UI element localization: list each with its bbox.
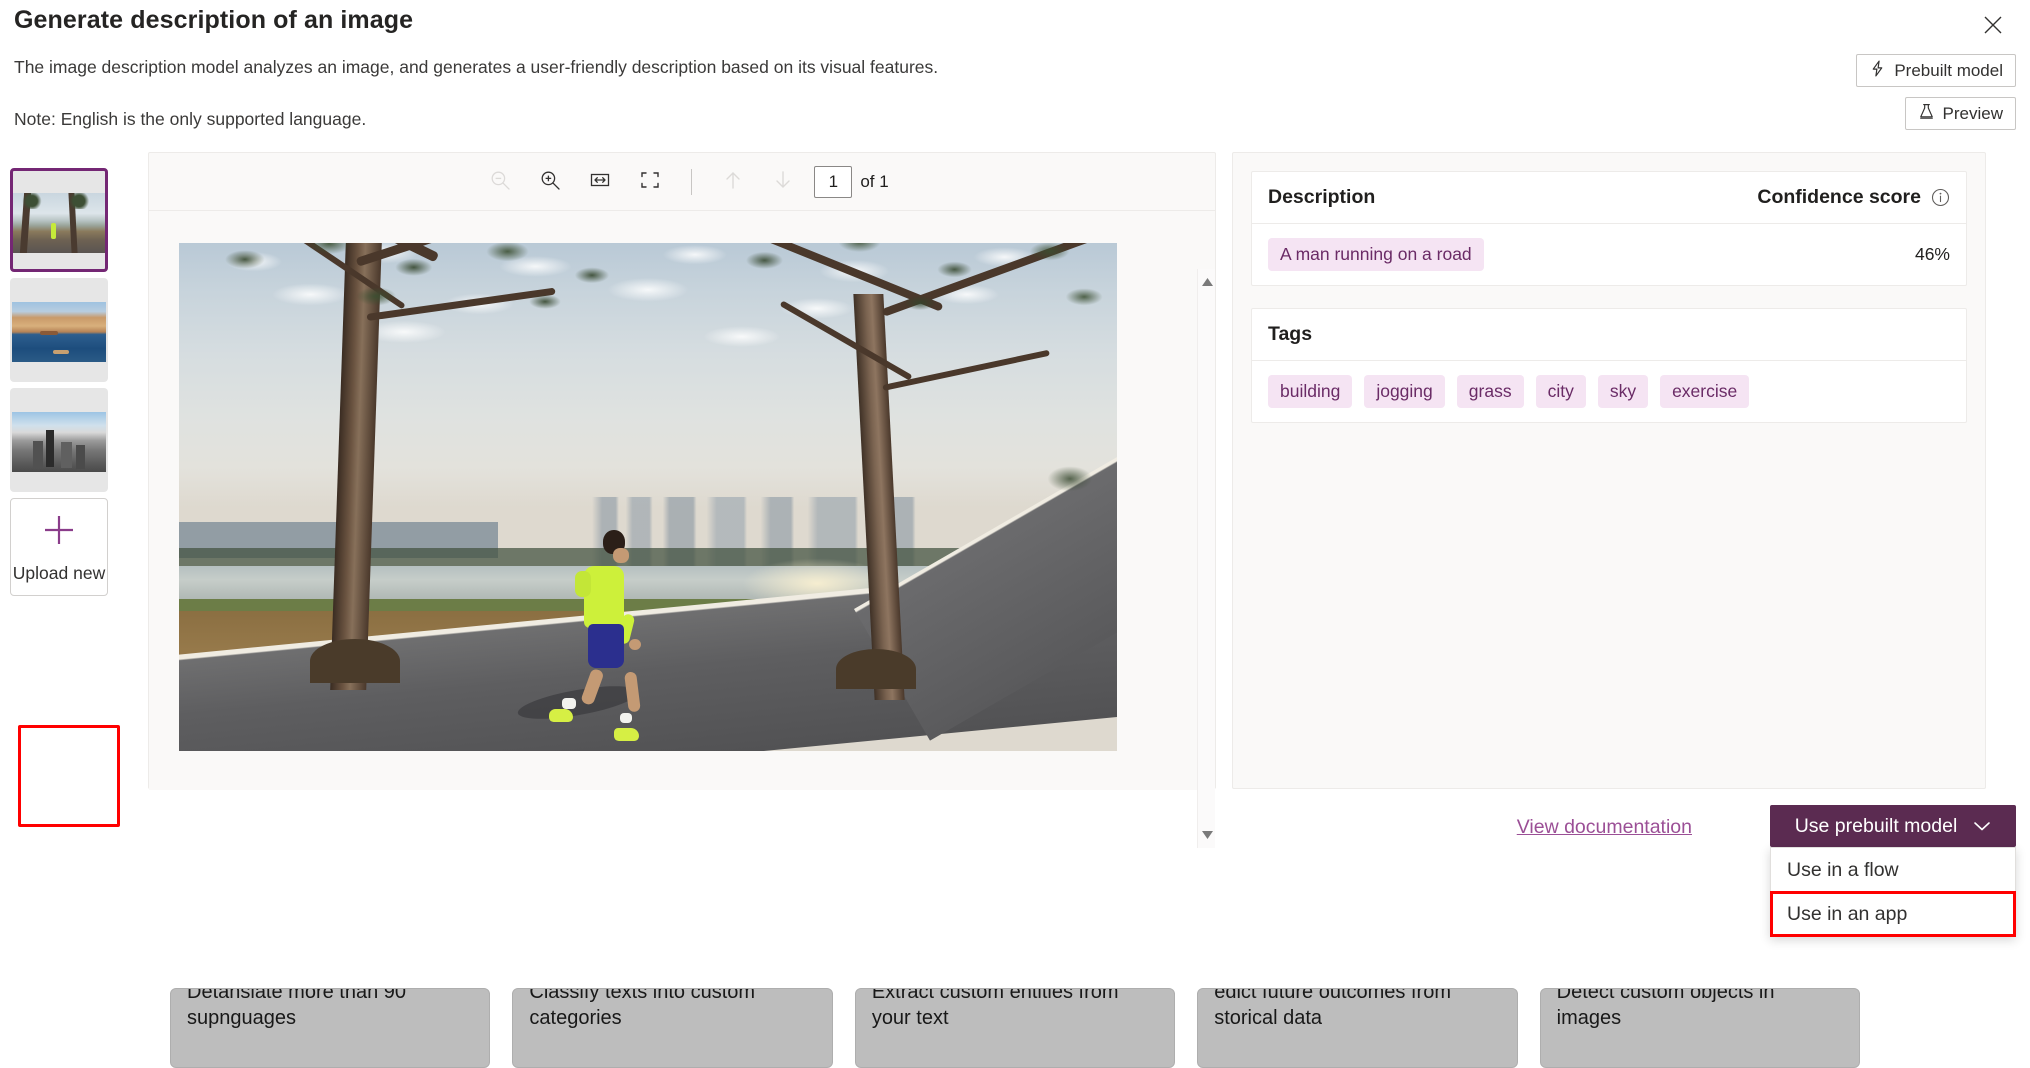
thumbnail-image-skyline (12, 412, 106, 472)
page-total-label: of 1 (860, 172, 888, 192)
menu-item-use-in-a-flow[interactable]: Use in a flow (1771, 848, 2015, 892)
scroll-up-arrow-icon[interactable] (1198, 273, 1216, 291)
generate-description-dialog: Generate description of an image The ima… (0, 0, 2030, 963)
thumbnail-image-jogger (13, 193, 105, 253)
prebuilt-model-badge: Prebuilt model (1856, 54, 2016, 87)
tag-chip: building (1268, 375, 1352, 408)
background-card-text: Classify texts into custom categories (529, 988, 815, 1031)
prebuilt-model-badge-label: Prebuilt model (1894, 61, 2003, 81)
description-confidence-value: 46% (1915, 244, 1950, 265)
background-card-text: Detect custom objects in images (1557, 988, 1843, 1031)
thumbnail-item-3[interactable] (10, 388, 108, 492)
background-card-text: Detanslate more than 90 supnguages (187, 988, 473, 1031)
dialog-title: Generate description of an image (14, 6, 413, 35)
badge-column: Prebuilt model Preview (1756, 54, 2016, 130)
dialog-subtitle: The image description model analyzes an … (14, 57, 938, 78)
use-prebuilt-model-label: Use prebuilt model (1795, 815, 1958, 838)
upload-new-button[interactable]: Upload new (10, 498, 108, 596)
next-page-button[interactable] (758, 162, 808, 202)
menu-item-use-in-an-app[interactable]: Use in an app (1771, 892, 2015, 936)
preview-badge: Preview (1905, 97, 2016, 130)
menu-item-label: Use in a flow (1787, 859, 1899, 882)
chevron-down-icon (1973, 815, 1991, 838)
thumbnail-image-waterfront (12, 302, 106, 362)
thumbnail-item-1[interactable] (10, 168, 108, 272)
fit-page-icon (639, 169, 661, 194)
image-viewer-panel: 1 of 1 (148, 152, 1216, 789)
description-card-header: Description Confidence score (1252, 172, 1966, 224)
tags-card-body: building jogging grass city sky exercise (1252, 361, 1966, 422)
description-card-body: A man running on a road 46% (1252, 224, 1966, 285)
tags-title: Tags (1268, 323, 1312, 346)
description-value-chip: A man running on a road (1268, 238, 1484, 271)
previous-page-button[interactable] (708, 162, 758, 202)
view-documentation-link[interactable]: View documentation (1517, 816, 1692, 839)
use-prebuilt-model-menu: Use in a flow Use in an app (1770, 847, 2016, 937)
background-card: Extract custom entities from your text (855, 988, 1175, 1068)
background-card-text: edict future outcomes from storical data (1214, 988, 1500, 1031)
viewer-vertical-scrollbar[interactable] (1197, 269, 1215, 848)
tag-chip: grass (1457, 375, 1524, 408)
preview-badge-label: Preview (1943, 104, 2003, 124)
arrow-down-icon (772, 169, 794, 194)
tags-card: Tags building jogging grass city sky exe… (1251, 308, 1967, 423)
lightning-bolt-icon (1869, 60, 1886, 82)
upload-new-label: Upload new (13, 563, 105, 584)
close-button[interactable] (1970, 4, 2016, 48)
dialog-note: Note: English is the only supported lang… (14, 109, 366, 130)
results-panel: Description Confidence score A (1232, 152, 1986, 789)
tag-chip: jogging (1364, 375, 1444, 408)
close-icon (1983, 15, 2003, 38)
background-card: Classify texts into custom categories (512, 988, 832, 1068)
viewer-canvas (149, 211, 1215, 790)
thumbnail-strip: Upload new (10, 168, 122, 596)
dialog-footer: View documentation Use prebuilt model Us… (0, 795, 2030, 963)
plus-icon (40, 511, 78, 549)
description-card: Description Confidence score A (1251, 171, 1967, 286)
zoom-in-icon (539, 169, 561, 194)
tag-chip: city (1536, 375, 1586, 408)
toolbar-separator (691, 169, 692, 195)
menu-item-label: Use in an app (1787, 903, 1907, 926)
background-card: Detanslate more than 90 supnguages (170, 988, 490, 1068)
viewer-toolbar: 1 of 1 (149, 153, 1215, 211)
description-title: Description (1268, 186, 1375, 209)
thumbnail-item-2[interactable] (10, 278, 108, 382)
background-card: edict future outcomes from storical data (1197, 988, 1517, 1068)
tag-chip: sky (1598, 375, 1648, 408)
fit-to-width-button[interactable] (575, 162, 625, 202)
zoom-out-icon (489, 169, 511, 194)
fit-width-icon (589, 169, 611, 194)
use-prebuilt-model-button[interactable]: Use prebuilt model (1770, 805, 2016, 847)
zoom-out-button[interactable] (475, 162, 525, 202)
confidence-score-label: Confidence score (1757, 186, 1921, 209)
beaker-icon (1918, 103, 1935, 125)
zoom-in-button[interactable] (525, 162, 575, 202)
fit-to-page-button[interactable] (625, 162, 675, 202)
background-card: Detect custom objects in images (1540, 988, 1860, 1068)
arrow-up-icon (722, 169, 744, 194)
tags-card-header: Tags (1252, 309, 1966, 361)
info-icon[interactable] (1931, 188, 1950, 207)
tag-chip: exercise (1660, 375, 1749, 408)
main-image-jogger (179, 243, 1117, 751)
background-card-text: Extract custom entities from your text (872, 988, 1158, 1031)
page-number-input[interactable]: 1 (814, 166, 852, 198)
background-card-row: Detanslate more than 90 supnguages Class… (0, 988, 2030, 1068)
